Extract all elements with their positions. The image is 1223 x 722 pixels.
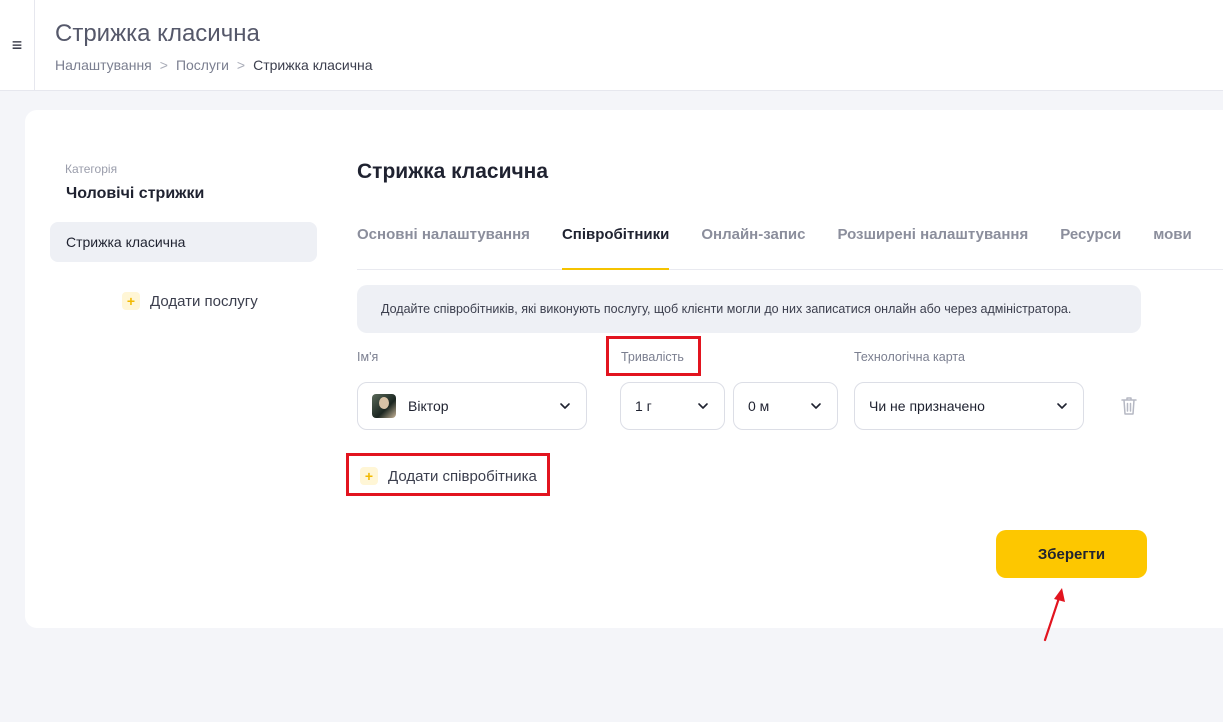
- tab-resources[interactable]: Ресурси: [1060, 220, 1121, 270]
- annotation-arrow-icon: [1043, 588, 1065, 642]
- breadcrumb-separator: >: [159, 57, 168, 73]
- chevron-down-icon: [811, 403, 821, 409]
- breadcrumb-separator: >: [236, 57, 246, 73]
- main-title: Стрижка класична: [357, 160, 549, 183]
- avatar: [372, 394, 396, 418]
- top-bar: ≡ Стрижка класична Налаштування > Послуг…: [0, 0, 1223, 91]
- duration-minutes-value: 0 м: [748, 398, 770, 414]
- chevron-down-icon: [1057, 403, 1067, 409]
- sidebar-item-label: Стрижка класична: [66, 234, 186, 250]
- hamburger-menu-icon[interactable]: ≡: [0, 0, 35, 91]
- info-text: Додайте співробітників, які виконують по…: [381, 302, 1072, 316]
- add-service-button[interactable]: + Додати послугу: [122, 292, 258, 310]
- employee-name: Віктор: [408, 398, 449, 414]
- chevron-down-icon: [698, 403, 708, 409]
- column-label-tech-card: Технологічна карта: [854, 350, 965, 364]
- tab-online-booking[interactable]: Онлайн-запис: [701, 220, 805, 270]
- sidebar-item-service[interactable]: Стрижка класична: [50, 222, 317, 262]
- service-card: Категорія Чоловічі стрижки Стрижка класи…: [25, 110, 1223, 628]
- duration-hours-select[interactable]: 1 г: [620, 382, 725, 430]
- tech-card-select[interactable]: Чи не призначено: [854, 382, 1084, 430]
- tech-card-value: Чи не призначено: [869, 398, 985, 414]
- breadcrumb: Налаштування > Послуги > Стрижка класичн…: [55, 57, 373, 73]
- duration-minutes-select[interactable]: 0 м: [733, 382, 838, 430]
- tabs-bar: Основні налаштування Співробітники Онлай…: [357, 220, 1223, 270]
- annotation-highlight-add-employee: [346, 453, 550, 496]
- breadcrumb-item-settings[interactable]: Налаштування: [55, 57, 152, 73]
- column-label-name: Ім'я: [357, 350, 379, 364]
- page-title: Стрижка класична: [55, 20, 260, 47]
- breadcrumb-item-services[interactable]: Послуги: [176, 57, 229, 73]
- duration-hours-value: 1 г: [635, 398, 652, 414]
- save-button[interactable]: Зберегти: [996, 530, 1147, 578]
- trash-icon[interactable]: [1119, 395, 1139, 417]
- breadcrumb-item-current: Стрижка класична: [253, 57, 373, 73]
- category-name: Чоловічі стрижки: [66, 185, 205, 202]
- tab-basic-settings[interactable]: Основні налаштування: [357, 220, 530, 270]
- tab-employees[interactable]: Співробітники: [561, 220, 670, 270]
- tab-languages[interactable]: мови: [1153, 220, 1192, 270]
- plus-icon: +: [122, 292, 140, 310]
- info-banner: Додайте співробітників, які виконують по…: [357, 285, 1141, 333]
- tab-advanced-settings[interactable]: Розширені налаштування: [837, 220, 1028, 270]
- chevron-down-icon: [560, 403, 570, 409]
- employee-select[interactable]: Віктор: [357, 382, 587, 430]
- category-label: Категорія: [65, 162, 118, 176]
- add-service-label: Додати послугу: [150, 292, 258, 310]
- annotation-highlight-duration: [606, 336, 701, 376]
